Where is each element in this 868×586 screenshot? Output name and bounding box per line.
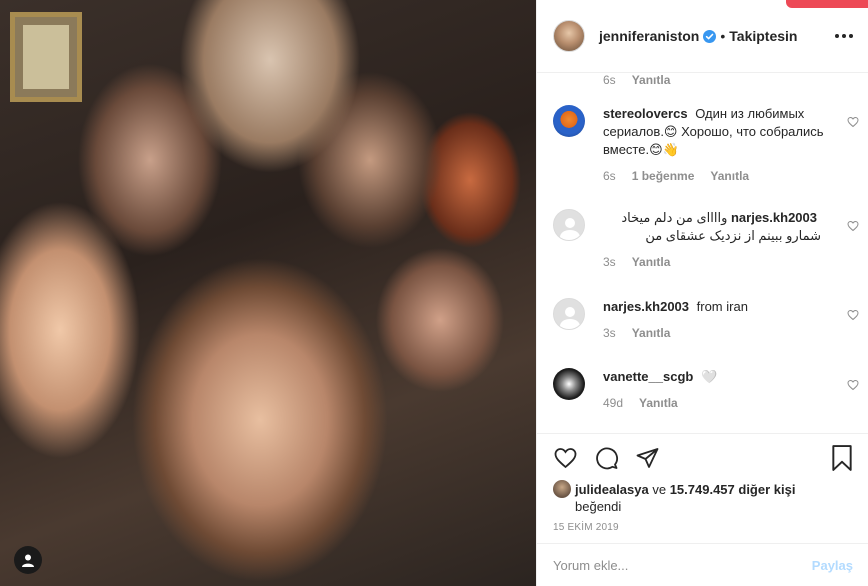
comment-icon[interactable] (594, 446, 619, 470)
comment-text-block: stereolovercs Один из любимых сериалов.😊… (603, 105, 825, 159)
more-options-icon[interactable] (835, 34, 853, 38)
commenter-username[interactable]: vanette__scgb (603, 369, 693, 384)
comment-item: narjes.kh2003 واااای من دلم میخاد شمارو … (553, 209, 859, 269)
author-avatar[interactable] (553, 20, 585, 52)
post-header: jenniferaniston • Takiptesin (537, 0, 868, 73)
likes-suffix: beğendi (575, 499, 622, 514)
post-side-panel: jenniferaniston • Takiptesin 6s Yanıtla … (536, 0, 868, 586)
reply-button[interactable]: Yanıtla (632, 326, 671, 340)
action-icons-row (553, 444, 853, 472)
post-actions: julidealasya ve 15.749.457 diğer kişi be… (537, 433, 868, 543)
comment-input[interactable] (553, 557, 793, 573)
likes-count-button[interactable]: 15.749.457 diğer kişi (670, 482, 796, 497)
comment-meta: 6s Yanıtla (603, 73, 853, 87)
bookmark-icon[interactable] (831, 445, 853, 471)
commenter-username[interactable]: stereolovercs (603, 106, 688, 121)
commenter-username[interactable]: narjes.kh2003 (603, 299, 689, 314)
post-photo[interactable] (0, 0, 536, 586)
wall-frame (10, 12, 82, 102)
comment-item: narjes.kh2003 from iran 3s Yanıtla (553, 298, 859, 340)
author-username[interactable]: jenniferaniston (599, 28, 699, 44)
commenter-avatar[interactable] (553, 298, 585, 330)
comment-text-block: vanette__scgb 🤍 (603, 368, 825, 386)
comment-text-block: narjes.kh2003 from iran (603, 298, 825, 316)
likes-summary: julidealasya ve 15.749.457 diğer kişi be… (553, 480, 853, 515)
comment-item: vanette__scgb 🤍 49d Yanıtla (553, 368, 859, 410)
comment-text-block: narjes.kh2003 واااای من دلم میخاد شمارو … (603, 209, 825, 245)
comment-likes-count[interactable]: 1 beğenme (632, 169, 695, 183)
comment-text: from iran (696, 299, 748, 314)
comment-like-heart-icon[interactable] (847, 308, 859, 326)
commenter-avatar[interactable] (553, 368, 585, 400)
comment-meta: 3s Yanıtla (603, 255, 853, 269)
share-icon[interactable] (635, 446, 660, 470)
comment-time: 3s (603, 255, 616, 269)
comment-text: 🤍 (700, 369, 718, 384)
comment-meta: 6s 1 beğenme Yanıtla (603, 169, 853, 183)
header-separator: • (720, 28, 726, 44)
comment-time: 49d (603, 396, 624, 410)
add-comment-bar: Paylaş (537, 543, 868, 586)
comment-like-heart-icon[interactable] (847, 219, 859, 237)
comment-like-heart-icon[interactable] (847, 378, 859, 396)
reply-button[interactable]: Yanıtla (710, 169, 749, 183)
post-date: 15 EKİM 2019 (553, 522, 619, 533)
reply-button[interactable]: Yanıtla (632, 255, 671, 269)
heart-icon[interactable] (553, 446, 578, 470)
first-liker-username[interactable]: julidealasya (575, 482, 649, 497)
post-comment-button[interactable]: Paylaş (812, 558, 853, 573)
commenter-username[interactable]: narjes.kh2003 (731, 210, 817, 225)
comment-item: 6s Yanıtla (553, 73, 853, 87)
liker-avatar[interactable] (553, 480, 571, 498)
comments-list[interactable]: 6s Yanıtla stereolovercs Один из любимых… (537, 73, 868, 433)
reply-button[interactable]: Yanıtla (632, 73, 671, 87)
comment-time: 6s (603, 73, 616, 87)
user-tag-icon[interactable] (14, 546, 42, 574)
likes-connector: ve (652, 482, 667, 497)
commenter-avatar[interactable] (553, 209, 585, 241)
comment-meta: 3s Yanıtla (603, 326, 853, 340)
comment-item: stereolovercs Один из любимых сериалов.😊… (553, 105, 859, 183)
follow-status-button[interactable]: Takiptesin (729, 28, 797, 44)
comment-time: 3s (603, 326, 616, 340)
verified-badge-icon (703, 29, 717, 43)
commenter-avatar[interactable] (553, 105, 585, 137)
comment-meta: 49d Yanıtla (603, 396, 853, 410)
reply-button[interactable]: Yanıtla (639, 396, 678, 410)
comment-like-heart-icon[interactable] (847, 115, 859, 133)
comment-time: 6s (603, 169, 616, 183)
